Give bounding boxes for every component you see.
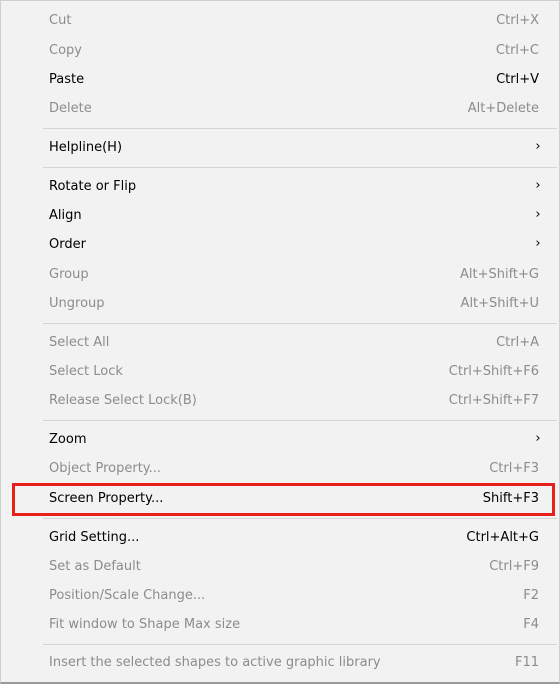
menu-item-shortcut: Ctrl+X <box>496 13 539 28</box>
menu-item-paste[interactable]: Paste Ctrl+V <box>1 66 559 94</box>
context-menu: Cut Ctrl+X Copy Ctrl+C Paste Ctrl+V Dele… <box>0 0 560 684</box>
menu-item-shortcut: Alt+Shift+G <box>459 267 539 282</box>
menu-separator <box>43 518 557 519</box>
menu-item-label: Order <box>49 237 86 252</box>
menu-item-release-select-lock[interactable]: Release Select Lock(B) Ctrl+Shift+F7 <box>1 387 559 415</box>
menu-item-helpline[interactable]: Helpline(H) › <box>1 134 559 162</box>
menu-item-label: Paste <box>49 72 85 87</box>
highlight-box <box>12 483 555 516</box>
menu-item-shortcut: F11 <box>514 655 539 670</box>
menu-item-rotate-or-flip[interactable]: Rotate or Flip › <box>1 173 559 201</box>
menu-item-zoom[interactable]: Zoom › <box>1 426 559 454</box>
menu-item-align[interactable]: Align › <box>1 202 559 230</box>
menu-item-ungroup[interactable]: Ungroup Alt+Shift+U <box>1 290 559 318</box>
menu-item-position-scale-change[interactable]: Position/Scale Change... F2 <box>1 582 559 610</box>
menu-item-shortcut: Ctrl+Shift+F7 <box>448 393 539 408</box>
menu-item-label: Align <box>49 208 82 223</box>
menu-item-label: Ungroup <box>49 296 105 311</box>
menu-item-shortcut: F4 <box>523 617 539 632</box>
menu-item-label: Insert the selected shapes to active gra… <box>49 655 381 670</box>
menu-item-label: Grid Setting... <box>49 530 140 545</box>
menu-item-label: Select All <box>49 335 110 350</box>
menu-item-label: Fit window to Shape Max size <box>49 617 241 632</box>
menu-item-label: Helpline(H) <box>49 140 123 155</box>
menu-item-delete[interactable]: Delete Alt+Delete <box>1 95 559 123</box>
menu-item-label: Position/Scale Change... <box>49 588 206 603</box>
menu-item-select-lock[interactable]: Select Lock Ctrl+Shift+F6 <box>1 358 559 386</box>
chevron-right-icon: › <box>535 431 541 446</box>
menu-item-group[interactable]: Group Alt+Shift+G <box>1 261 559 289</box>
menu-item-shortcut: Alt+Shift+U <box>460 296 539 311</box>
menu-item-insert-to-graphic-library[interactable]: Insert the selected shapes to active gra… <box>1 649 559 677</box>
menu-item-grid-setting[interactable]: Grid Setting... Ctrl+Alt+G <box>1 524 559 552</box>
menu-separator <box>43 128 557 129</box>
menu-item-set-as-default[interactable]: Set as Default Ctrl+F9 <box>1 553 559 581</box>
menu-separator <box>43 167 557 168</box>
menu-item-shortcut: F2 <box>523 588 539 603</box>
menu-item-label: Cut <box>49 13 72 28</box>
chevron-right-icon: › <box>535 236 541 251</box>
menu-item-shortcut: Ctrl+F3 <box>489 461 539 476</box>
menu-item-label: Group <box>49 267 89 282</box>
menu-item-shortcut: Ctrl+A <box>496 335 539 350</box>
menu-item-label: Object Property... <box>49 461 162 476</box>
menu-item-shortcut: Ctrl+F9 <box>489 559 539 574</box>
menu-item-shortcut: Ctrl+V <box>496 72 539 87</box>
menu-item-object-property[interactable]: Object Property... Ctrl+F3 <box>1 455 559 483</box>
menu-item-label: Zoom <box>49 432 87 447</box>
menu-item-label: Set as Default <box>49 559 141 574</box>
menu-item-shortcut: Ctrl+Alt+G <box>466 530 539 545</box>
menu-item-cut[interactable]: Cut Ctrl+X <box>1 7 559 35</box>
chevron-right-icon: › <box>535 139 541 154</box>
menu-separator <box>43 420 557 421</box>
chevron-right-icon: › <box>535 207 541 222</box>
menu-item-label: Rotate or Flip <box>49 179 137 194</box>
menu-separator <box>43 323 557 324</box>
menu-item-copy[interactable]: Copy Ctrl+C <box>1 37 559 65</box>
menu-item-order[interactable]: Order › <box>1 231 559 259</box>
menu-item-shortcut: Ctrl+C <box>495 43 539 58</box>
menu-item-label: Release Select Lock(B) <box>49 393 197 408</box>
menu-item-label: Copy <box>49 43 82 58</box>
menu-item-fit-window[interactable]: Fit window to Shape Max size F4 <box>1 611 559 639</box>
menu-separator <box>43 644 557 645</box>
menu-item-shortcut: Alt+Delete <box>467 101 539 116</box>
menu-item-shortcut: Ctrl+Shift+F6 <box>448 364 539 379</box>
menu-item-label: Delete <box>49 101 92 116</box>
menu-item-label: Select Lock <box>49 364 123 379</box>
chevron-right-icon: › <box>535 178 541 193</box>
menu-item-select-all[interactable]: Select All Ctrl+A <box>1 329 559 357</box>
